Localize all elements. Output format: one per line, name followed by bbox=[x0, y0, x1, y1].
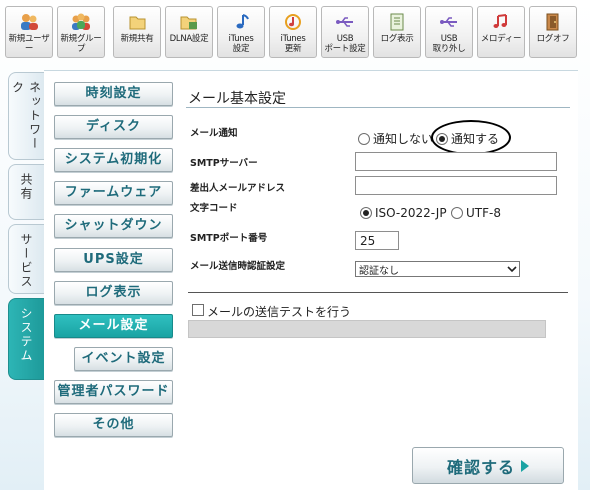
itunes-settings-label: iTunes 設定 bbox=[228, 34, 254, 54]
usb-icon bbox=[334, 12, 356, 32]
form-divider bbox=[188, 292, 568, 293]
menu-admin-password[interactable]: 管理者パスワード bbox=[54, 380, 173, 404]
usb-remove-button[interactable]: USB 取り外し bbox=[425, 6, 473, 58]
tab-share[interactable]: 共有 bbox=[8, 164, 44, 220]
logoff-button[interactable]: ログオフ bbox=[529, 6, 577, 58]
dlna-settings-button[interactable]: DLNA設定 bbox=[165, 6, 213, 58]
send-test-checkbox[interactable] bbox=[192, 304, 204, 316]
charset-utf8-label: UTF-8 bbox=[466, 206, 501, 220]
itunes-update-label: iTunes 更新 bbox=[280, 34, 306, 54]
usb-port-settings-button[interactable]: USB ポート設定 bbox=[321, 6, 369, 58]
dlna-settings-label: DLNA設定 bbox=[169, 34, 209, 44]
charset-utf8-radio[interactable]: UTF-8 bbox=[451, 206, 501, 220]
menu-firmware[interactable]: ファームウェア bbox=[54, 181, 173, 205]
music-note-icon bbox=[230, 12, 252, 32]
confirm-button[interactable]: 確認する bbox=[412, 447, 564, 484]
usb-remove-icon bbox=[438, 12, 460, 32]
confirm-button-label: 確認する bbox=[446, 457, 515, 477]
notify-off-radio[interactable]: 通知しない bbox=[358, 130, 433, 147]
tab-service[interactable]: サービス bbox=[8, 224, 44, 294]
menu-other[interactable]: その他 bbox=[54, 413, 173, 437]
menu-time-settings[interactable]: 時刻設定 bbox=[54, 82, 173, 106]
charset-iso-label: ISO-2022-JP bbox=[375, 206, 447, 220]
dlna-folder-icon bbox=[178, 12, 200, 32]
tab-system[interactable]: システム bbox=[8, 298, 44, 380]
tab-network[interactable]: ネットワーク bbox=[8, 72, 44, 160]
mail-notify-label: メール通知 bbox=[190, 128, 238, 139]
new-share-label: 新規共有 bbox=[120, 34, 154, 44]
log-view-label: ログ表示 bbox=[380, 34, 414, 44]
group-icon bbox=[70, 12, 92, 32]
melody-label: メロディー bbox=[480, 34, 522, 44]
sender-address-input[interactable] bbox=[355, 176, 557, 195]
document-icon bbox=[386, 12, 408, 32]
usb-port-settings-label: USB ポート設定 bbox=[324, 34, 366, 54]
menu-ups-settings[interactable]: UPS設定 bbox=[54, 248, 173, 272]
menu-log-view[interactable]: ログ表示 bbox=[54, 281, 173, 305]
users-icon bbox=[18, 12, 40, 32]
charset-utf8-radio-circle[interactable] bbox=[451, 207, 463, 219]
auth-setting-select[interactable]: 認証なし bbox=[355, 261, 520, 277]
test-status-bar bbox=[188, 320, 546, 338]
tab-service-label: サービス bbox=[19, 233, 33, 289]
new-group-label: 新規グループ bbox=[60, 34, 102, 54]
section-title: メール基本設定 bbox=[188, 91, 286, 107]
notify-off-radio-circle[interactable] bbox=[358, 132, 370, 145]
new-group-button[interactable]: 新規グループ bbox=[57, 6, 105, 58]
new-user-button[interactable]: 新規ユーザー bbox=[5, 6, 53, 58]
send-test-label: メールの送信テストを行う bbox=[207, 305, 352, 319]
section-title-underline bbox=[186, 107, 570, 108]
smtp-port-input[interactable] bbox=[355, 231, 399, 250]
smtp-port-label: SMTPポート番号 bbox=[190, 233, 268, 244]
melody-icon bbox=[490, 12, 512, 32]
chevron-down-icon bbox=[505, 262, 519, 276]
usb-remove-label: USB 取り外し bbox=[432, 34, 466, 54]
charset-iso-radio-circle[interactable] bbox=[360, 207, 372, 219]
log-view-button[interactable]: ログ表示 bbox=[373, 6, 421, 58]
menu-event-settings[interactable]: イベント設定 bbox=[74, 347, 173, 371]
notify-off-label: 通知しない bbox=[373, 132, 434, 146]
tab-network-label: ネットワーク bbox=[10, 81, 42, 151]
menu-mail-settings[interactable]: メール設定 bbox=[54, 314, 173, 338]
new-user-label: 新規ユーザー bbox=[8, 34, 50, 54]
logout-door-icon bbox=[542, 12, 564, 32]
charset-iso-radio[interactable]: ISO-2022-JP bbox=[360, 206, 447, 220]
tab-system-label: システム bbox=[19, 307, 33, 363]
auth-setting-label: メール送信時認証設定 bbox=[190, 261, 286, 272]
menu-system-init[interactable]: システム初期化 bbox=[54, 148, 173, 172]
menu-shutdown[interactable]: シャットダウン bbox=[54, 214, 173, 238]
itunes-update-icon bbox=[282, 12, 304, 32]
folder-icon bbox=[126, 12, 148, 32]
smtp-server-label: SMTPサーバー bbox=[190, 158, 258, 169]
tab-share-label: 共有 bbox=[19, 173, 33, 201]
play-arrow-icon bbox=[521, 459, 529, 472]
charset-label: 文字コード bbox=[190, 203, 238, 214]
itunes-update-button[interactable]: iTunes 更新 bbox=[269, 6, 317, 58]
logoff-label: ログオフ bbox=[536, 34, 570, 44]
auth-setting-value: 認証なし bbox=[359, 265, 399, 277]
new-share-button[interactable]: 新規共有 bbox=[113, 6, 161, 58]
melody-button[interactable]: メロディー bbox=[477, 6, 525, 58]
menu-disk[interactable]: ディスク bbox=[54, 115, 173, 139]
smtp-server-input[interactable] bbox=[355, 152, 557, 171]
annotation-oval bbox=[431, 120, 511, 155]
toolbar: 新規ユーザー 新規グループ 新規共有 DLNA設定 iTunes 設定 iTun… bbox=[0, 0, 590, 62]
sender-address-label: 差出人メールアドレス bbox=[190, 183, 286, 194]
itunes-settings-button[interactable]: iTunes 設定 bbox=[217, 6, 265, 58]
